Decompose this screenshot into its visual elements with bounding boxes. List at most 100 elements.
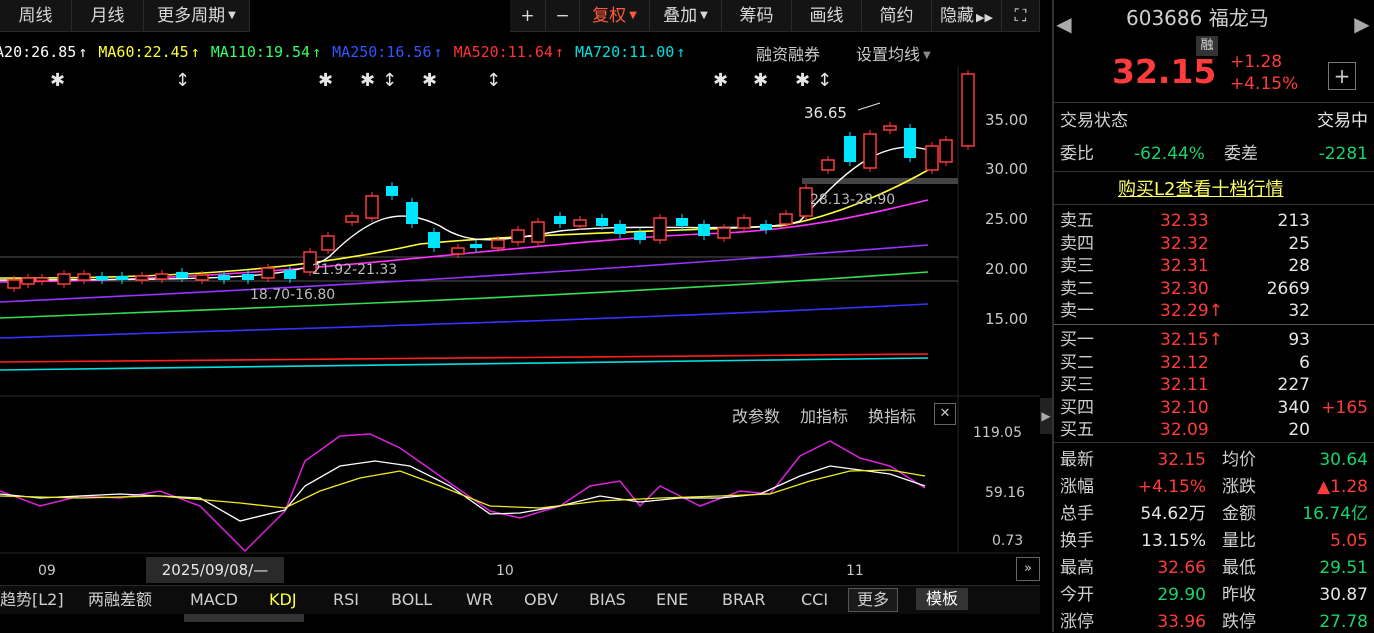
margin-trading-button[interactable]: 融资融券: [756, 41, 820, 65]
candle: [531, 221, 545, 243]
change-param-button[interactable]: 改参数: [732, 403, 780, 427]
tab-macd[interactable]: MACD: [190, 586, 238, 614]
bid-row[interactable]: 买五 32.09 20: [1054, 419, 1374, 441]
stat-value: 33.96: [1157, 612, 1206, 632]
stat-label: 涨跌: [1222, 477, 1256, 497]
tab-trend[interactable]: 趋势[L2]: [0, 586, 64, 614]
restore-rights-dropdown[interactable]: 复权 ▼: [580, 0, 650, 32]
more-period-dropdown[interactable]: 更多周期 ▼: [144, 0, 250, 32]
tab-ene[interactable]: ENE: [656, 586, 688, 614]
level-price: 32.09: [1160, 420, 1209, 440]
prev-stock-button[interactable]: ◀: [1054, 4, 1074, 44]
tab-boll[interactable]: BOLL: [391, 586, 432, 614]
stat-label: 昨收: [1222, 585, 1256, 605]
ask-row[interactable]: 卖一 32.29↑ 32: [1054, 300, 1374, 322]
candle: [491, 239, 505, 249]
scrollbar[interactable]: [184, 614, 304, 622]
level-volume: 28: [1288, 256, 1310, 276]
bid-row[interactable]: 买四 32.10 340 +165: [1054, 397, 1374, 419]
hide-button[interactable]: 隐藏 ▶▶: [932, 0, 1002, 32]
ask-row[interactable]: 卖三 32.31 28: [1054, 255, 1374, 277]
candle: [470, 244, 482, 248]
tab-template[interactable]: 模板: [916, 588, 969, 610]
level-price: 32.10: [1160, 397, 1209, 418]
level-volume: 25: [1288, 233, 1310, 254]
stat-label: 跌停: [1222, 612, 1256, 632]
chevron-down-icon: ▼: [228, 10, 236, 21]
add-watchlist-button[interactable]: +: [1328, 62, 1356, 90]
price-tick: 20.00: [985, 260, 1028, 278]
simple-mode-button[interactable]: 简约: [862, 0, 932, 32]
svg-text:↕: ↕: [175, 70, 190, 91]
candle: [261, 267, 275, 279]
tab-cci[interactable]: CCI: [801, 586, 828, 614]
level-volume: 93: [1288, 330, 1310, 350]
scroll-right-button[interactable]: »: [1016, 557, 1040, 581]
stat-value: 29.51: [1319, 558, 1368, 578]
level-price: 32.31: [1160, 256, 1209, 276]
candle: [365, 195, 379, 219]
next-stock-button[interactable]: ▶: [1352, 4, 1372, 44]
stat-value: 29.90: [1157, 585, 1206, 605]
bid-row[interactable]: 买三 32.11 227: [1054, 374, 1374, 396]
candle: [844, 136, 856, 162]
chevron-down-icon: ▼: [629, 10, 637, 21]
double-chevron-right-icon: ▶▶: [976, 11, 993, 24]
candle: [135, 275, 149, 281]
tab-more[interactable]: 更多: [848, 588, 899, 612]
panel-toggle[interactable]: ▶: [1040, 398, 1052, 434]
tab-brar[interactable]: BRAR: [722, 586, 766, 614]
candle: [925, 145, 939, 171]
tab-margin-diff[interactable]: 两融差额: [88, 586, 152, 614]
current-price: 32.15: [1112, 52, 1217, 91]
tab-wr[interactable]: WR: [466, 586, 493, 614]
tab-monthly[interactable]: 月线: [72, 0, 144, 32]
zoom-out-button[interactable]: −: [546, 0, 580, 32]
weicha-value: -2281: [1318, 144, 1368, 164]
stat-label: 最高: [1060, 558, 1094, 578]
cursor-date-label: 2025/09/08/—: [146, 557, 284, 583]
candle: [176, 272, 188, 278]
stat-row: 涨停 33.96 跌停 27.78: [1054, 611, 1374, 633]
range-label: 21.92-21.33: [312, 262, 397, 278]
level-label: 买四: [1060, 397, 1094, 418]
tab-weekly[interactable]: 周线: [0, 0, 72, 32]
stat-value: 13.15%: [1141, 531, 1206, 551]
ask-row[interactable]: 卖四 32.32 25: [1054, 233, 1374, 255]
draw-line-button[interactable]: 画线: [792, 0, 862, 32]
chips-button[interactable]: 筹码: [722, 0, 792, 32]
tab-bias[interactable]: BIAS: [589, 586, 626, 614]
ma110-label: MA110:19.54: [210, 43, 311, 61]
ask-row[interactable]: 卖二 32.30 2669: [1054, 278, 1374, 300]
close-icon[interactable]: ✕: [934, 403, 956, 425]
candle: [116, 276, 128, 280]
price-tick: 35.00: [985, 111, 1028, 129]
stat-label: 涨幅: [1060, 477, 1094, 497]
kdj-tick: 0.73: [992, 533, 1023, 549]
stat-value: 5.05: [1330, 531, 1368, 551]
tab-obv[interactable]: OBV: [524, 586, 558, 614]
candle: [554, 216, 566, 224]
ask-row[interactable]: 卖五 32.33 213: [1054, 210, 1374, 232]
stat-value: 16.74亿: [1302, 504, 1368, 524]
level-delta: +165: [1321, 397, 1368, 418]
overlay-dropdown[interactable]: 叠加 ▼: [650, 0, 722, 32]
kline-chart[interactable]: ✱ ↕ ✱ ✱ ↕ ✱ ↕ ✱ ✱ ✱ ↕ 36.65 28.13-28.90 21.92-21.3…: [0, 66, 1040, 586]
candle: [863, 133, 877, 169]
tab-rsi[interactable]: RSI: [333, 586, 359, 614]
stat-row: 今开 29.90 昨收 30.87: [1054, 584, 1374, 606]
add-indicator-button[interactable]: 加指标: [800, 403, 848, 427]
l2-quote-link[interactable]: 购买L2查看十档行情: [1118, 175, 1283, 201]
stat-value: 30.87: [1319, 585, 1368, 605]
swap-indicator-button[interactable]: 换指标: [868, 403, 916, 427]
tab-kdj[interactable]: KDJ: [269, 586, 297, 614]
candle: [284, 270, 296, 279]
zoom-in-button[interactable]: +: [510, 0, 546, 32]
bid-row[interactable]: 买二 32.12 6: [1054, 352, 1374, 374]
bid-row[interactable]: 买一 32.15↑ 93: [1054, 329, 1374, 351]
candle: [717, 227, 731, 239]
fullscreen-button[interactable]: ⛶: [1002, 0, 1040, 32]
level-label: 卖三: [1060, 256, 1094, 276]
level-label: 卖二: [1060, 278, 1094, 299]
set-ma-dropdown[interactable]: 设置均线 ▼: [856, 41, 931, 65]
